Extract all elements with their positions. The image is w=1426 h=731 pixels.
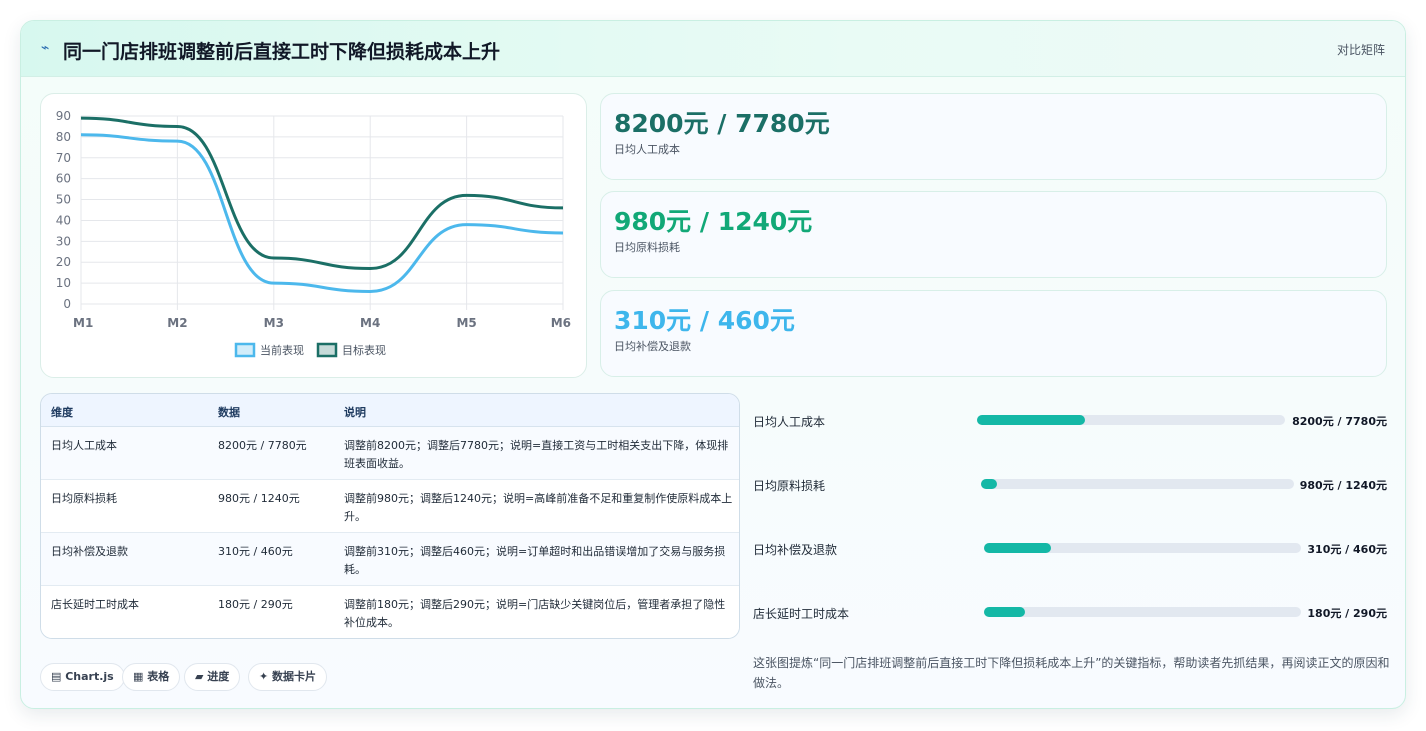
summary-note: 这张图提炼“同一门店排班调整前后直接工时下降但损耗成本上升”的关键指标，帮助读者…	[753, 656, 1390, 690]
progress-value: 310元 / 460元	[1307, 543, 1387, 556]
x-tick-label: M6	[551, 316, 571, 330]
table-row: 店长延时工时成本 180元 / 290元 调整前180元；调整后290元；说明=…	[41, 586, 739, 638]
y-tick-label: 20	[56, 255, 71, 269]
cell-dimension: 日均补偿及退款	[51, 545, 128, 558]
progress-label: 店长延时工时成本	[753, 607, 850, 621]
cell-description: 调整前180元；调整后290元；说明=门店缺少关键岗位后，管理者承担了隐性补位成…	[344, 598, 726, 629]
data-table: 维度 数据 说明 日均人工成本 8200元 / 7780元 调整前8200元；调…	[40, 393, 740, 639]
progress-label: 日均原料损耗	[753, 479, 826, 493]
progress-value: 180元 / 290元	[1307, 607, 1387, 620]
progress-fill	[984, 607, 1026, 617]
legend-swatch	[316, 342, 338, 358]
legend-swatch	[234, 342, 256, 358]
legend-label: 目标表现	[342, 343, 386, 357]
cell-description: 调整前8200元；调整后7780元；说明=直接工资与工时相关支出下降，体现排班表…	[344, 439, 729, 470]
table-header: 维度 数据 说明	[41, 394, 739, 427]
x-tick-label: M1	[73, 316, 93, 330]
cell-data: 8200元 / 7780元	[218, 439, 307, 452]
column-header-dimension: 维度	[51, 406, 73, 419]
progress-row-labor: 日均人工成本 8200元 / 7780元	[753, 411, 1387, 431]
table-row: 日均原料损耗 980元 / 1240元 调整前980元；调整后1240元；说明=…	[41, 480, 739, 533]
progress-label: 日均补偿及退款	[753, 543, 838, 557]
x-tick-label: M2	[167, 316, 187, 330]
chip-data-cards[interactable]: ✦ 数据卡片	[248, 663, 328, 691]
metric-value: 310元 / 460元	[614, 306, 795, 335]
y-tick-label: 80	[56, 130, 71, 144]
view-tag: 对比矩阵	[1336, 43, 1385, 57]
metric-label: 日均人工成本	[614, 143, 680, 156]
y-tick-label: 70	[56, 151, 71, 165]
chip-chartjs[interactable]: ▤ Chart.js	[40, 663, 125, 691]
cell-dimension: 日均人工成本	[51, 439, 117, 452]
progress-label: 日均人工成本	[753, 415, 826, 429]
progress-fill	[977, 415, 1085, 425]
metric-card-labor: 8200元 / 7780元 日均人工成本	[600, 93, 1387, 180]
card-header: ⌁ 同一门店排班调整前后直接工时下降但损耗成本上升 对比矩阵	[21, 21, 1405, 77]
column-header-data: 数据	[218, 406, 240, 419]
cell-data: 980元 / 1240元	[218, 492, 300, 505]
line-chart: 0 10 20 30 40 50 60 70 80 90 M1 M2 M3 M4 M5 M6 当前表现 目标表现	[56, 109, 571, 358]
cell-description: 调整前980元；调整后1240元；说明=高峰前准备不足和重复制作使原料成本上升。	[344, 492, 733, 523]
x-tick-label: M3	[264, 316, 284, 330]
cell-dimension: 店长延时工时成本	[51, 598, 139, 611]
y-tick-label: 50	[56, 193, 71, 207]
cell-dimension: 日均原料损耗	[51, 492, 117, 505]
legend-label: 当前表现	[260, 343, 304, 357]
metric-label: 日均补偿及退款	[614, 340, 691, 353]
page-title: 同一门店排班调整前后直接工时下降但损耗成本上升	[63, 41, 501, 63]
report-card: ⌁ 同一门店排班调整前后直接工时下降但损耗成本上升 对比矩阵 0 10 20 30 40…	[20, 20, 1406, 709]
progress-track	[977, 415, 1285, 425]
chip-progress[interactable]: ▰ 进度	[184, 663, 241, 691]
y-tick-label: 30	[56, 234, 71, 248]
progress-fill	[981, 479, 997, 489]
metric-label: 日均原料损耗	[614, 241, 680, 254]
table-row: 日均补偿及退款 310元 / 460元 调整前310元；调整后460元；说明=订…	[41, 533, 739, 586]
y-tick-label: 90	[56, 109, 71, 123]
metric-value: 980元 / 1240元	[614, 207, 813, 236]
progress-value: 8200元 / 7780元	[1292, 415, 1387, 428]
line-chart-panel: 0 10 20 30 40 50 60 70 80 90 M1 M2 M3 M4 M5 M6 当前表现 目标表现	[40, 93, 587, 378]
progress-row-overtime: 店长延时工时成本 180元 / 290元	[753, 603, 1387, 623]
progress-track	[981, 479, 1294, 489]
y-tick-label: 40	[56, 213, 71, 227]
progress-track	[984, 543, 1301, 553]
x-tick-label: M5	[456, 316, 476, 330]
y-tick-label: 10	[56, 276, 71, 290]
cell-data: 310元 / 460元	[218, 545, 293, 558]
progress-row-refund: 日均补偿及退款 310元 / 460元	[753, 539, 1387, 559]
cell-description: 调整前310元；调整后460元；说明=订单超时和出品错误增加了交易与服务损耗。	[344, 545, 726, 576]
y-tick-label: 60	[56, 172, 71, 186]
series-line-1	[80, 133, 564, 293]
metric-card-refund: 310元 / 460元 日均补偿及退款	[600, 290, 1387, 377]
metric-card-material: 980元 / 1240元 日均原料损耗	[600, 191, 1387, 278]
progress-track	[984, 607, 1301, 617]
x-tick-label: M4	[360, 316, 380, 330]
progress-value: 980元 / 1240元	[1299, 479, 1387, 492]
column-header-description: 说明	[344, 406, 366, 419]
table-row: 日均人工成本 8200元 / 7780元 调整前8200元；调整后7780元；说…	[41, 427, 739, 480]
cell-data: 180元 / 290元	[218, 598, 293, 611]
progress-fill	[984, 543, 1051, 553]
progress-row-material: 日均原料损耗 980元 / 1240元	[753, 475, 1387, 495]
metric-value: 8200元 / 7780元	[614, 109, 830, 138]
chip-table[interactable]: ▦ 表格	[122, 663, 181, 691]
pulse-icon: ⌁	[41, 40, 50, 56]
y-tick-label: 0	[63, 297, 71, 311]
